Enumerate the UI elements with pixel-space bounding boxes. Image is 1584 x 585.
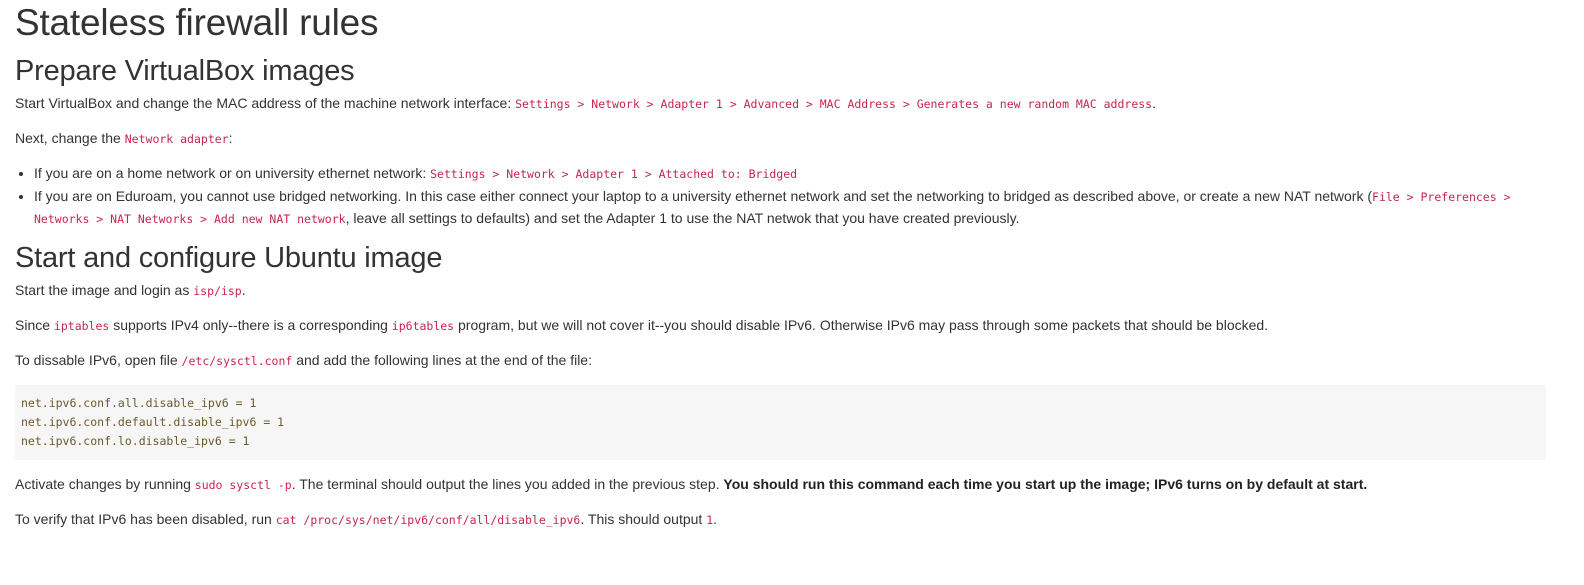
page-title: Stateless firewall rules [15,2,379,43]
text: Next, change the [15,130,125,146]
document-page: Stateless firewall rules Prepare Virtual… [0,2,1584,530]
text: If you are on a home network or on unive… [34,165,431,181]
paragraph-mac-address: Start VirtualBox and change the MAC addr… [15,93,1546,114]
text: supports IPv4 only--there is a correspon… [109,317,392,333]
code-block-sysctl[interactable]: net.ipv6.conf.all.disable_ipv6 = 1 net.i… [15,385,1546,460]
inline-code-iptables: iptables [53,319,110,333]
paragraph-network-adapter: Next, change the Network adapter: [15,128,1546,149]
text: , leave all settings to defaults) and se… [345,210,1020,226]
text: program, but we will not cover it--you s… [454,317,1269,333]
list-item-home-network: If you are on a home network or on unive… [34,163,1546,185]
text: . [1152,95,1156,111]
text: Since [15,317,54,333]
text: . This should output [580,511,707,527]
text: Activate changes by running [15,476,195,492]
text: To dissable IPv6, open file [15,352,182,368]
text: and add the following lines at the end o… [292,352,592,368]
code-line: net.ipv6.conf.all.disable_ipv6 = 1 [21,396,257,410]
inline-code-bridged-path: Settings > Network > Adapter 1 > Attache… [430,167,798,181]
paragraph-iptables: Since iptables supports IPv4 only--there… [15,315,1546,336]
list-item-eduroam: If you are on Eduroam, you cannot use br… [34,186,1546,230]
paragraph-verify: To verify that IPv6 has been disabled, r… [15,509,1546,530]
inline-code-ip6tables: ip6tables [391,319,455,333]
network-options-list: If you are on a home network or on unive… [15,163,1546,230]
paragraph-sysctl-file: To dissable IPv6, open file /etc/sysctl.… [15,350,1546,371]
inline-code-network-adapter: Network adapter [124,132,229,146]
paragraph-login: Start the image and login as isp/isp. [15,280,1546,301]
inline-code-cat-command: cat /proc/sys/net/ipv6/conf/all/disable_… [275,513,581,527]
section-heading-ubuntu-image: Start and configure Ubuntu image [15,242,443,274]
inline-code-sysctl-command: sudo sysctl -p [194,478,292,492]
code-line: net.ipv6.conf.lo.disable_ipv6 = 1 [21,434,250,448]
text: To verify that IPv6 has been disabled, r… [15,511,276,527]
inline-code-credentials: isp/isp [193,284,242,298]
inline-code-sysctl-path: /etc/sysctl.conf [181,354,293,368]
text: . [713,511,718,527]
text: If you are on Eduroam, you cannot use br… [34,188,1373,204]
paragraph-activate-changes: Activate changes by running sudo sysctl … [15,474,1546,495]
text: . [241,282,246,298]
text: . The terminal should output the lines y… [291,476,724,492]
section-heading-prepare-virtualbox: Prepare VirtualBox images [15,55,355,87]
bold-warning: You should run this command each time yo… [723,476,1368,492]
inline-code-mac-path: Settings > Network > Adapter 1 > Advance… [515,97,1153,111]
code-line: net.ipv6.conf.default.disable_ipv6 = 1 [21,415,285,429]
text: Start VirtualBox and change the MAC addr… [15,95,516,111]
text: Start the image and login as [15,282,194,298]
text: : [228,130,233,146]
